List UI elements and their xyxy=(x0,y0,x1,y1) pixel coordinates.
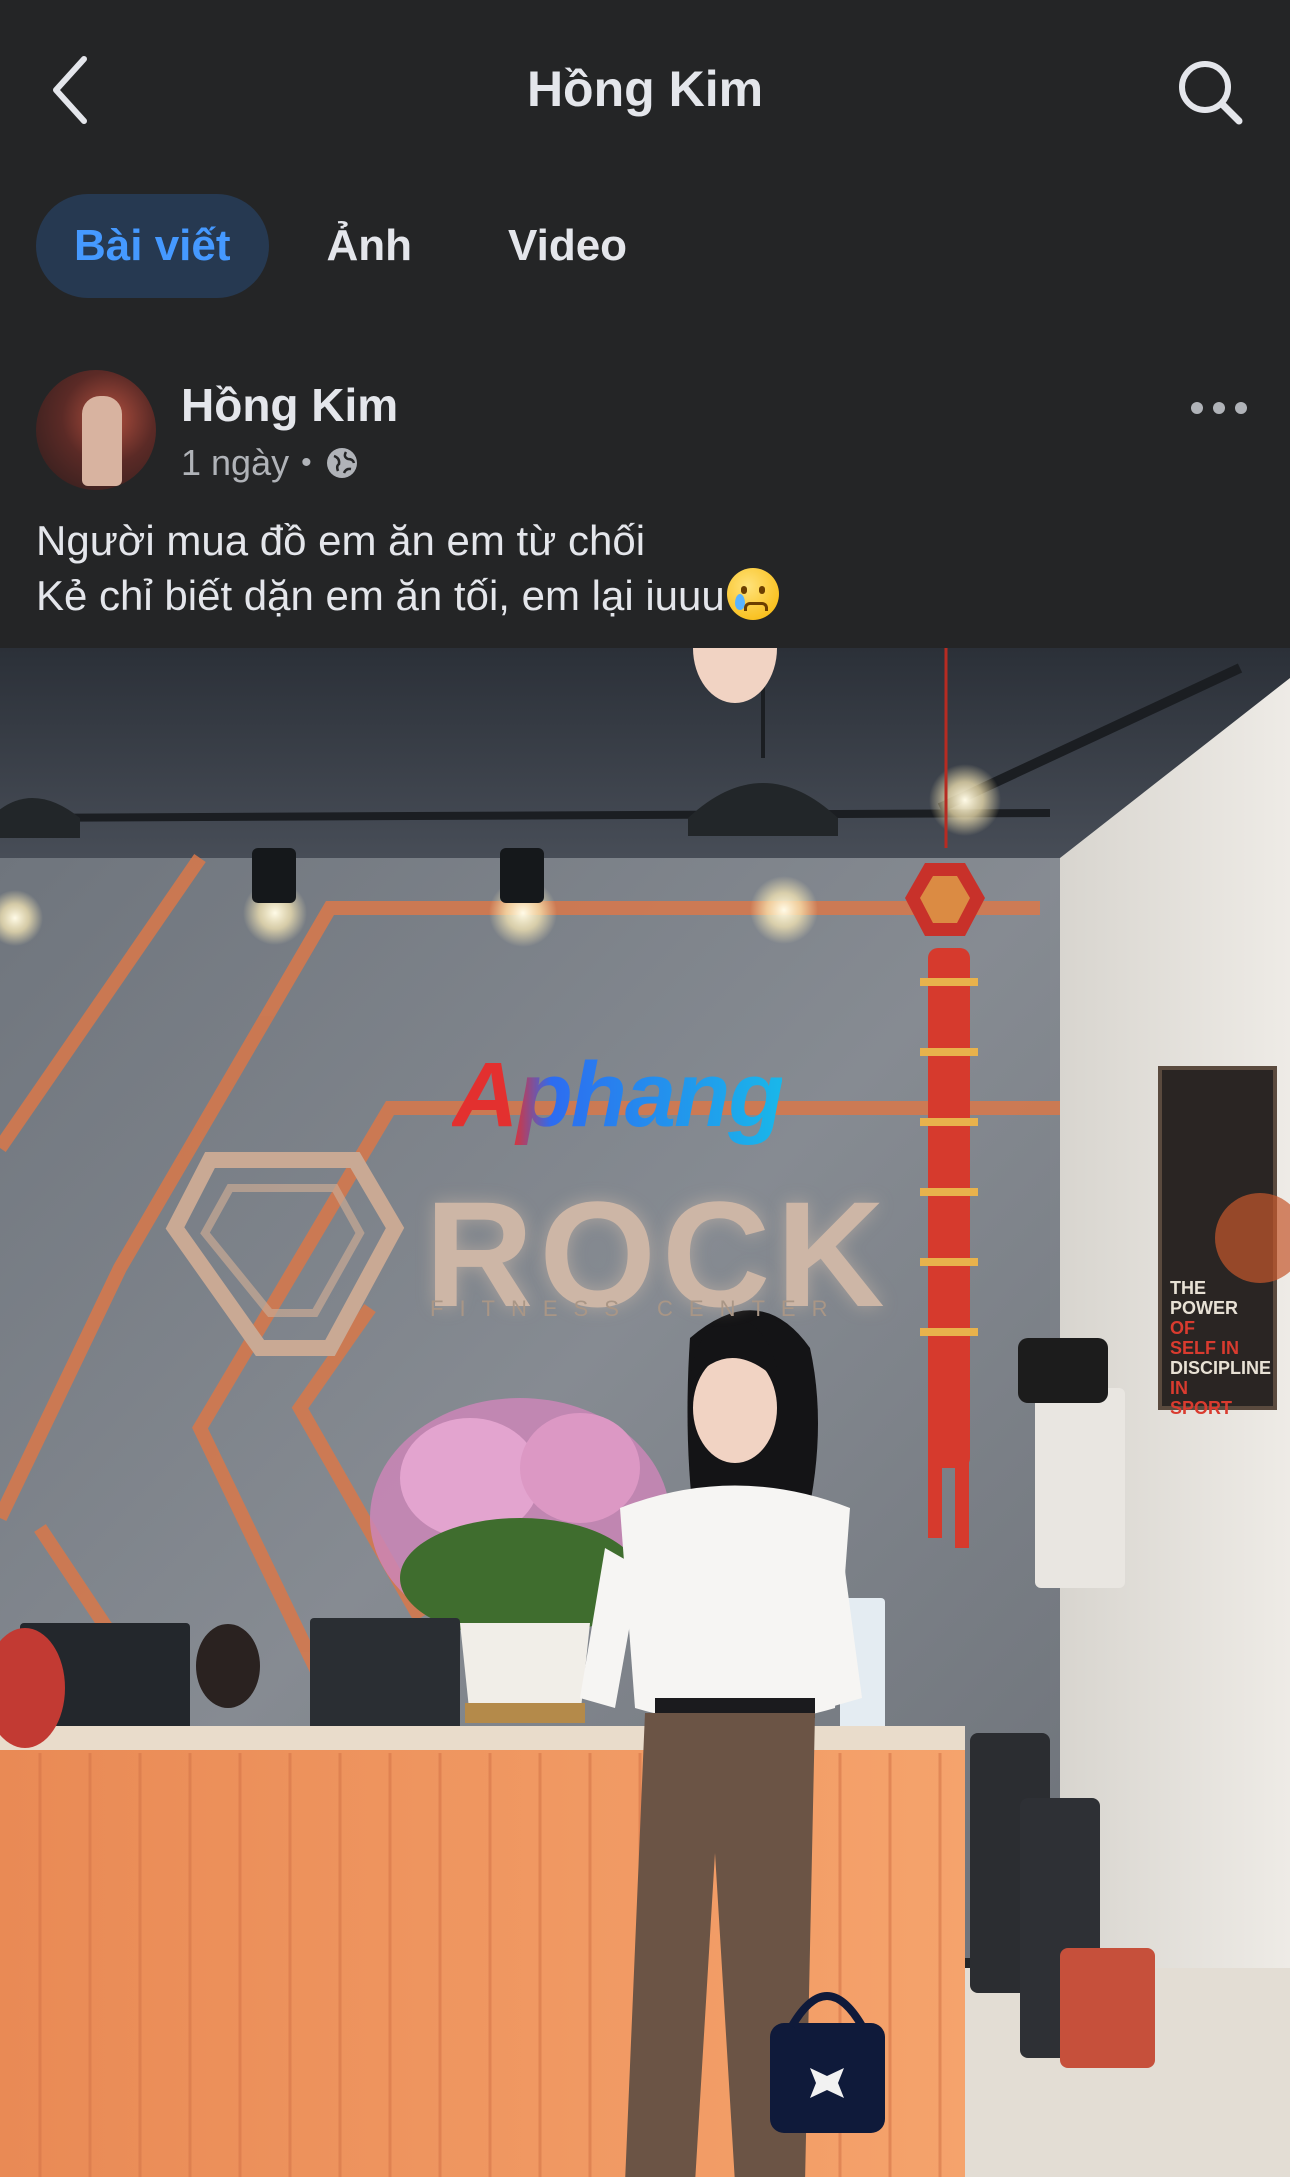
caption-line-2: Kẻ chỉ biết dặn em ăn tối, em lại iuuu xyxy=(36,568,1254,623)
post-caption: Người mua đồ em ăn em từ chối Kẻ chỉ biế… xyxy=(36,514,1254,623)
post-time[interactable]: 1 ngày xyxy=(181,442,289,484)
post-meta: 1 ngày • xyxy=(181,442,360,484)
tab-bar: Bài viết Ảnh Video xyxy=(36,194,665,298)
tab-posts[interactable]: Bài viết xyxy=(36,194,269,298)
avatar-figure xyxy=(82,396,122,486)
poster-text: THE POWER OF SELF IN DISCIPLINE IN SPORT xyxy=(1170,1278,1272,1418)
caption-line-2-text: Kẻ chỉ biết dặn em ăn tối, em lại iuuu xyxy=(36,572,725,619)
more-horizontal-icon xyxy=(1191,402,1247,414)
crying-face-emoji-icon xyxy=(726,568,779,620)
photo-watermark: Aphang xyxy=(452,1044,784,1146)
post-author[interactable]: Hồng Kim xyxy=(181,378,398,432)
search-button[interactable] xyxy=(1170,52,1250,132)
top-bar: Hồng Kim xyxy=(0,0,1290,180)
globe-icon xyxy=(326,448,357,478)
avatar[interactable] xyxy=(36,370,156,490)
caption-line-1: Người mua đồ em ăn em từ chối xyxy=(36,517,646,564)
poster-line-2: OF SELF IN xyxy=(1170,1318,1240,1358)
search-icon xyxy=(1179,61,1243,125)
tab-videos[interactable]: Video xyxy=(470,194,665,298)
more-options-button[interactable] xyxy=(1184,388,1254,428)
staff-head xyxy=(196,1624,260,1708)
post-photo[interactable]: Aphang ROCK FITNESS CENTER THE POWER OF … xyxy=(0,648,1290,2177)
fire-panel xyxy=(1035,1388,1125,1588)
poster-line-1: THE POWER xyxy=(1170,1278,1239,1318)
photo-scene xyxy=(0,648,1290,2177)
meta-separator: • xyxy=(301,446,312,479)
wall-bag xyxy=(1018,1338,1108,1403)
poster-line-4: IN SPORT xyxy=(1170,1378,1233,1418)
trash-bin xyxy=(1060,1948,1155,2068)
poster-line-3: DISCIPLINE xyxy=(1170,1358,1272,1378)
post-header: Hồng Kim 1 ngày • xyxy=(36,370,1254,500)
tear-drop xyxy=(734,594,745,610)
tab-photos[interactable]: Ảnh xyxy=(289,194,451,298)
gym-sign-subtext: FITNESS CENTER xyxy=(430,1296,844,1321)
page-title: Hồng Kim xyxy=(526,61,764,117)
